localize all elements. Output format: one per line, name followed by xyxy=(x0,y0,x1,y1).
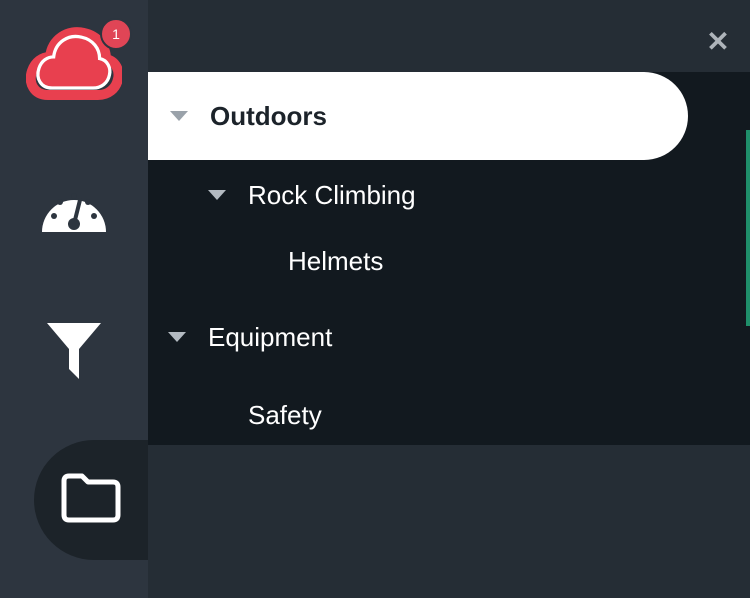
tree-node-outdoors[interactable]: Outdoors xyxy=(148,72,688,160)
tree-node-label: Equipment xyxy=(208,321,333,352)
folder-icon xyxy=(60,473,122,528)
caret-down-icon xyxy=(168,332,186,342)
close-button[interactable]: ✕ xyxy=(704,28,732,56)
tree-node-label: Safety xyxy=(248,399,322,430)
tree-node-equipment[interactable]: Equipment xyxy=(168,317,332,357)
funnel-icon xyxy=(47,322,101,384)
caret-down-icon xyxy=(208,190,226,200)
categories-nav-item[interactable] xyxy=(34,440,148,560)
tree-node-label: Rock Climbing xyxy=(248,179,416,210)
speedometer-icon xyxy=(40,180,108,241)
tree-node-rock-climbing[interactable]: Rock Climbing xyxy=(208,175,416,215)
tree-node-helmets[interactable]: Helmets xyxy=(288,241,383,281)
caret-down-icon xyxy=(170,111,188,121)
close-icon: ✕ xyxy=(706,26,730,57)
notification-badge[interactable]: 1 xyxy=(100,18,132,50)
tree-node-label: Outdoors xyxy=(210,100,327,131)
tree-node-safety[interactable]: Safety xyxy=(248,395,322,435)
tree-node-label: Helmets xyxy=(288,245,384,276)
filter-nav-item[interactable] xyxy=(0,322,148,384)
scroll-accent-bar xyxy=(746,130,750,326)
dashboard-nav-item[interactable] xyxy=(0,175,148,245)
